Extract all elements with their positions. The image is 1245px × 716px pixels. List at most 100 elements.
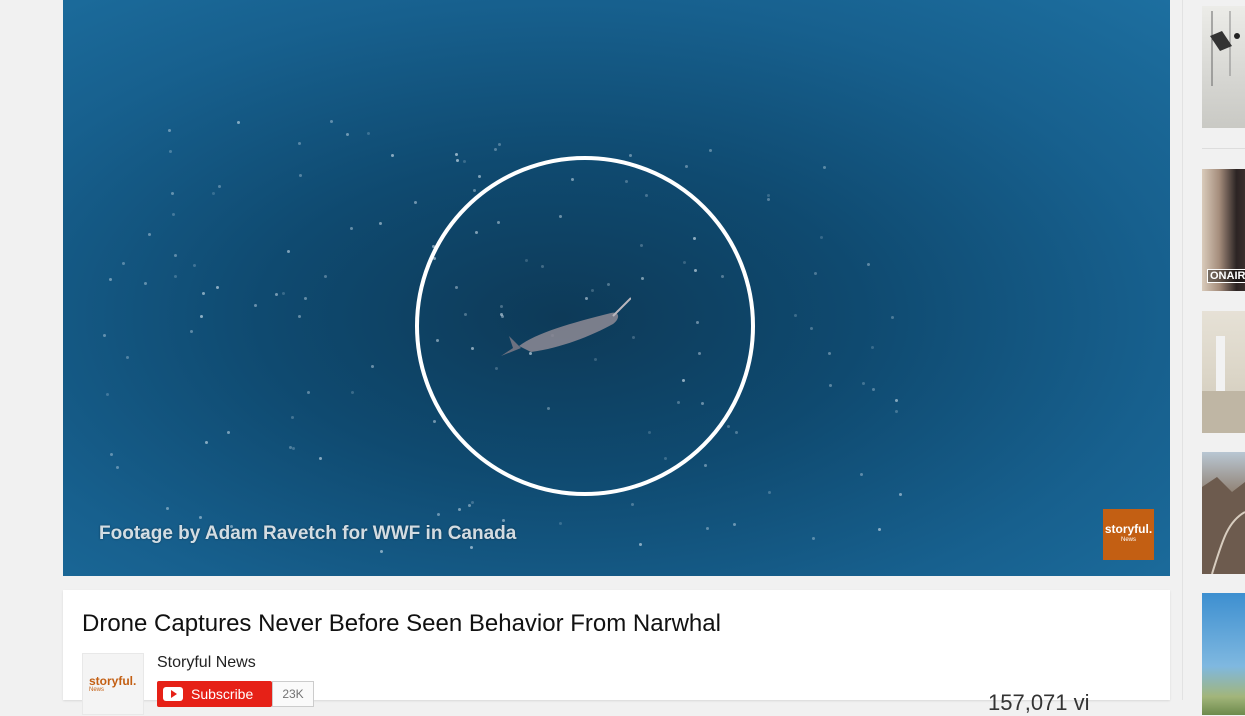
related-video-thumb-5[interactable] [1202, 593, 1245, 715]
water-sparkle [810, 327, 814, 331]
water-sparkle [891, 316, 895, 320]
related-video-thumb-3[interactable] [1202, 311, 1245, 433]
thumb-3-image [1202, 336, 1245, 433]
water-sparkle [468, 503, 471, 507]
water-sparkle [218, 184, 222, 188]
water-sparkle [350, 226, 354, 230]
subscriber-count: 23K [272, 681, 314, 707]
water-sparkle [330, 120, 334, 123]
water-sparkle [706, 526, 710, 530]
water-sparkle [812, 537, 816, 541]
water-sparkle [823, 166, 827, 170]
water-sparkle [732, 522, 736, 526]
water-sparkle [144, 282, 148, 286]
water-sparkle [190, 330, 194, 334]
subscribe-button[interactable]: Subscribe [157, 681, 272, 707]
water-sparkle [109, 452, 113, 456]
water-sparkle [126, 356, 130, 360]
water-sparkle [827, 352, 831, 356]
avatar-logo: storyful. [89, 674, 137, 688]
water-sparkle [199, 315, 203, 319]
channel-avatar[interactable]: storyful. News [82, 653, 144, 715]
water-sparkle [254, 304, 258, 308]
water-sparkle [204, 440, 208, 444]
water-sparkle [703, 464, 707, 468]
water-sparkle [473, 188, 477, 192]
water-sparkle [463, 159, 467, 163]
water-sparkle [291, 415, 295, 419]
water-sparkle [103, 334, 107, 338]
water-sparkle [767, 491, 771, 495]
water-sparkle [298, 315, 302, 318]
channel-name[interactable]: Storyful News [157, 654, 256, 672]
related-video-thumb-2[interactable]: ONAIR [1202, 169, 1245, 291]
water-sparkle [708, 149, 712, 153]
water-sparkle [350, 390, 354, 394]
water-sparkle [458, 508, 462, 512]
water-sparkle [436, 513, 440, 517]
water-sparkle [297, 142, 301, 146]
water-sparkle [212, 192, 216, 196]
water-sparkle [307, 390, 311, 394]
water-sparkle [432, 419, 436, 423]
water-sparkle [820, 236, 823, 240]
thumb-4-image [1202, 477, 1245, 574]
narwhal-image [501, 297, 631, 356]
water-sparkle [299, 173, 303, 177]
water-sparkle [859, 473, 863, 477]
water-sparkle [173, 254, 177, 258]
water-sparkle [236, 121, 240, 125]
water-sparkle [870, 346, 874, 350]
water-sparkle [631, 502, 635, 506]
water-sparkle [319, 457, 323, 461]
watermark-text: storyful. [1104, 521, 1153, 536]
water-sparkle [862, 382, 866, 386]
water-sparkle [287, 250, 291, 254]
water-sparkle [367, 132, 371, 136]
water-sparkle [116, 465, 120, 469]
watermark-sub: News [1120, 536, 1136, 543]
related-video-thumb-4[interactable] [1202, 452, 1245, 574]
water-sparkle [872, 388, 876, 392]
water-sparkle [226, 431, 230, 435]
water-sparkle [502, 518, 506, 522]
water-sparkle [275, 293, 279, 297]
water-sparkle [829, 383, 833, 387]
water-sparkle [471, 500, 475, 504]
video-player[interactable]: Footage by Adam Ravetch for WWF in Canad… [63, 0, 1170, 576]
water-sparkle [148, 232, 152, 236]
water-sparkle [171, 212, 175, 216]
water-sparkle [371, 364, 375, 368]
view-count: 157,071 vi [988, 690, 1090, 715]
water-sparkle [323, 275, 327, 279]
water-sparkle [767, 198, 771, 202]
water-sparkle [727, 424, 731, 428]
water-sparkle [379, 221, 382, 225]
water-sparkle [414, 200, 418, 204]
water-sparkle [216, 286, 220, 290]
video-info: Drone Captures Never Before Seen Behavio… [63, 590, 1170, 715]
water-sparkle [281, 291, 285, 295]
water-sparkle [171, 191, 175, 195]
water-sparkle [498, 142, 502, 146]
storyful-watermark: storyful. News [1103, 509, 1154, 560]
water-sparkle [202, 291, 206, 295]
related-video-thumb-1[interactable] [1202, 6, 1245, 128]
water-sparkle [685, 165, 689, 169]
water-sparkle [469, 545, 473, 549]
water-sparkle [455, 159, 459, 163]
water-sparkle [628, 153, 632, 157]
water-sparkle [169, 150, 173, 154]
water-sparkle [289, 445, 293, 449]
water-sparkle [455, 153, 459, 157]
water-sparkle [193, 264, 197, 268]
youtube-play-icon [163, 687, 183, 701]
water-sparkle [639, 542, 643, 546]
thumb-1-image [1210, 11, 1240, 86]
footage-credit: Footage by Adam Ravetch for WWF in Canad… [99, 523, 517, 544]
water-sparkle [105, 392, 109, 396]
water-sparkle [813, 271, 817, 275]
avatar-logo-sub: News [89, 687, 105, 693]
water-sparkle [199, 515, 203, 519]
water-sparkle [794, 314, 798, 318]
